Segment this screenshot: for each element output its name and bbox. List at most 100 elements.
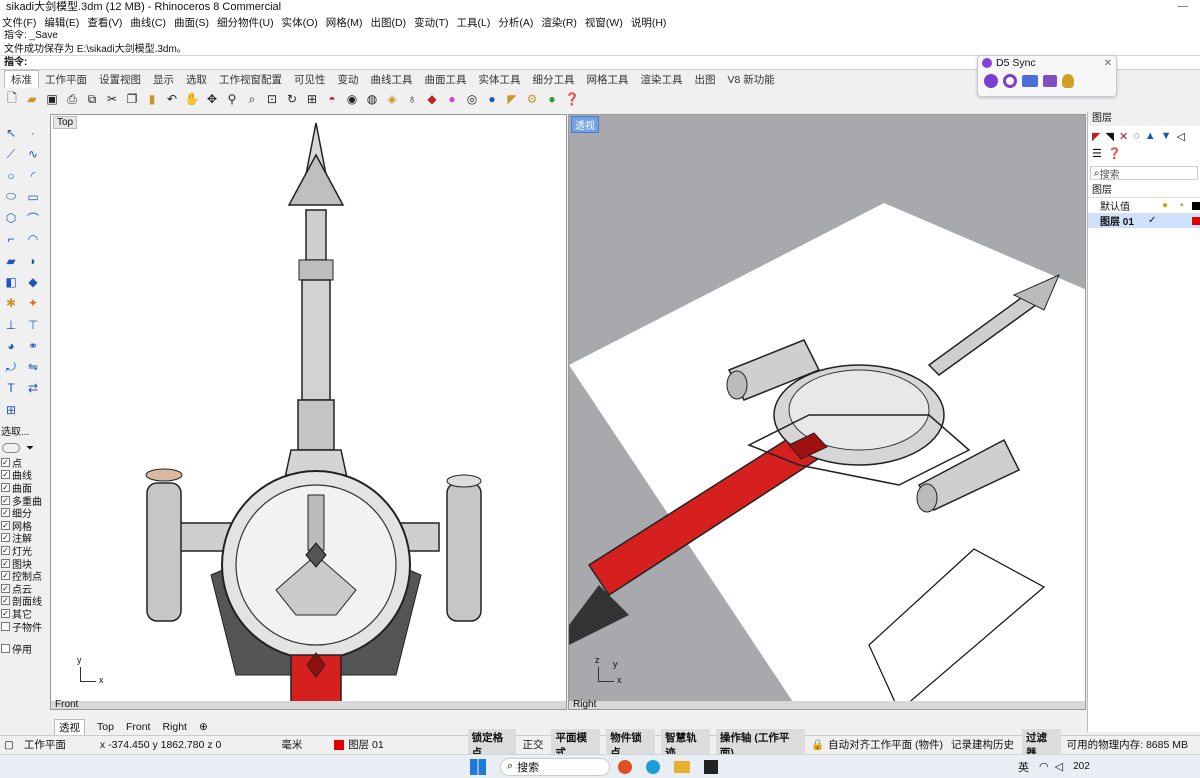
filter-item-curve[interactable]: ✓ 曲线 [0, 469, 46, 481]
status-cplane[interactable]: 工作平面 [24, 737, 66, 752]
menu-dimension[interactable]: 出图(D) [371, 15, 407, 30]
menu-subd[interactable]: 细分物件(U) [217, 15, 274, 30]
tab-select[interactable]: 选取 [180, 71, 213, 88]
tab-subd-tools[interactable]: 细分工具 [527, 71, 581, 88]
render-color-icon[interactable]: ● [444, 91, 460, 107]
d5-launch-icon[interactable] [984, 74, 998, 88]
free-curve-icon[interactable]: ⌒ [24, 209, 42, 227]
light-bulb-icon[interactable]: ● [1162, 200, 1168, 211]
app-icon-rhino[interactable] [704, 759, 718, 774]
select-arrow-icon[interactable]: ↖ [2, 124, 20, 142]
move-up-icon[interactable]: ▲ [1145, 130, 1156, 143]
tab-surface-tools[interactable]: 曲面工具 [419, 71, 473, 88]
minimize-button[interactable]: — [1178, 0, 1188, 14]
filter-item-annotation[interactable]: ✓ 注解 [0, 532, 46, 544]
filter-item-point-cloud[interactable]: ✓ 点云 [0, 582, 46, 595]
layers-help-icon[interactable]: ❓ [1108, 147, 1122, 160]
viewport-perspective[interactable]: 透视 z y x Right [568, 114, 1086, 710]
status-auto-align[interactable]: 自动对齐工作平面 (物件) [828, 737, 943, 752]
taskbar-search[interactable]: ⌕ 搜索 [500, 757, 610, 776]
dimension-icon[interactable]: ⊥ [2, 316, 20, 334]
filter-item-block[interactable]: ✓ 图块 [0, 557, 46, 569]
toggle-ortho[interactable]: 正交 [522, 737, 543, 752]
surface-icon[interactable]: ▰ [2, 252, 20, 270]
box-icon[interactable]: ◧ [2, 273, 20, 291]
tab-visibility[interactable]: 可见性 [288, 71, 332, 88]
filter-item-other[interactable]: ✓ 其它 [0, 607, 46, 620]
front-viewport-label[interactable]: Front [55, 699, 78, 710]
reset-view-icon[interactable]: ↻ [284, 91, 300, 107]
tab-render-tools[interactable]: 渲染工具 [635, 71, 689, 88]
curve-icon[interactable]: ∿ [24, 145, 42, 163]
transform-icon[interactable]: ⤾ [2, 358, 20, 376]
paste-icon[interactable]: ▮ [144, 91, 160, 107]
filter-item-light[interactable]: ✓ 灯光 [0, 544, 46, 557]
d5-snapshot-icon[interactable] [1043, 75, 1057, 87]
checkbox-icon[interactable]: ✓ [1, 508, 10, 518]
app-icon-fruit[interactable] [618, 759, 632, 774]
extrude-icon[interactable]: ◆ [24, 273, 42, 291]
fillet-curve-icon[interactable]: ⌐ [2, 230, 20, 248]
sphere-icon[interactable]: ◍ [364, 91, 380, 107]
menu-panels[interactable]: 视窗(W) [585, 15, 623, 30]
tray-ime[interactable]: 英 [1018, 759, 1029, 775]
sphere-blue-icon[interactable]: ● [484, 91, 500, 107]
eye-icon[interactable]: ◉ [344, 91, 360, 107]
tab-viewport-layout[interactable]: 工作视窗配置 [213, 71, 288, 88]
move-down-icon[interactable]: ▼ [1161, 130, 1172, 143]
circle-icon[interactable]: ○ [2, 167, 20, 185]
ellipse-icon[interactable]: ⬭ [2, 188, 20, 206]
layer-row[interactable]: 默认值 ● ▪ [1088, 198, 1200, 213]
new-layer-icon[interactable]: ◤ [1092, 130, 1100, 143]
tab-standard[interactable]: 标准 [4, 70, 39, 88]
collapse-icon[interactable]: ◁ [1176, 130, 1184, 143]
boolean-icon[interactable]: ◕ [2, 337, 20, 355]
menu-view[interactable]: 查看(V) [87, 15, 122, 30]
checkbox-icon[interactable]: ✓ [1, 571, 10, 581]
filter-item-point[interactable]: ✓ 点 [0, 456, 46, 469]
polygon-icon[interactable]: ⬡ [2, 209, 20, 227]
checkbox-icon[interactable]: ✓ [1, 533, 10, 543]
undo-icon[interactable]: ↶ [164, 91, 180, 107]
d5-light-icon[interactable] [1062, 74, 1074, 88]
menu-analyze[interactable]: 分析(A) [498, 15, 533, 30]
viewport-tab-right[interactable]: Right [162, 721, 187, 733]
filter-item-hatch[interactable]: ✓ 剖面线 [0, 595, 46, 607]
tab-display[interactable]: 显示 [147, 71, 180, 88]
green-ball-icon[interactable]: ● [544, 91, 560, 107]
new-sublayer-icon[interactable]: ◥ [1105, 130, 1113, 143]
mesh-icon[interactable]: ✱ [2, 294, 20, 312]
subd-icon[interactable]: ✦ [24, 294, 42, 312]
filter-item-control-point[interactable]: ✓ 控制点 [0, 569, 46, 582]
app-icon-folder[interactable] [674, 760, 690, 773]
checkbox-icon[interactable]: ✓ [1, 583, 10, 593]
app-icon-edge[interactable] [646, 759, 660, 774]
menu-curve[interactable]: 曲线(C) [130, 15, 166, 30]
trim-icon[interactable]: T [2, 379, 20, 397]
menu-render[interactable]: 渲染(R) [541, 15, 577, 30]
checkbox-icon[interactable]: ✓ [1, 482, 10, 492]
settings-gear-icon[interactable]: ⚙ [524, 91, 540, 107]
filter-item-surface[interactable]: ✓ 曲面 [0, 481, 46, 494]
car-icon[interactable]: ◓ [324, 91, 340, 107]
print-icon[interactable]: ⎙ [64, 91, 80, 107]
rotate-view-icon[interactable]: ✥ [204, 91, 220, 107]
lock-icon[interactable]: ▪ [1180, 200, 1184, 211]
layer-filter-icon[interactable]: ◌ [1133, 130, 1140, 143]
polyline-icon[interactable]: ⟋ [2, 145, 20, 163]
menu-edit[interactable]: 编辑(E) [44, 15, 79, 30]
loft-icon[interactable]: ◗ [24, 252, 42, 270]
checkbox-icon[interactable] [1, 621, 10, 631]
tab-drafting[interactable]: 出图 [689, 71, 722, 88]
zoom-window-icon[interactable]: ⌕ [244, 91, 260, 107]
filter-item-polysurface[interactable]: ✓ 多重曲 [0, 494, 46, 506]
viewport-top[interactable]: Top y x Front [50, 114, 567, 710]
layer-color-swatch[interactable] [1192, 202, 1200, 210]
toggle-icon[interactable]: ◈ [384, 91, 400, 107]
offset-curve-icon[interactable]: ◠ [24, 230, 42, 248]
menu-tools[interactable]: 工具(L) [457, 15, 491, 30]
new-file-icon[interactable]: 🗋 [4, 91, 20, 107]
zoom-extents-icon[interactable]: ⊡ [264, 91, 280, 107]
menu-surface[interactable]: 曲面(S) [174, 15, 209, 30]
arc-icon[interactable]: ◜ [24, 167, 42, 185]
